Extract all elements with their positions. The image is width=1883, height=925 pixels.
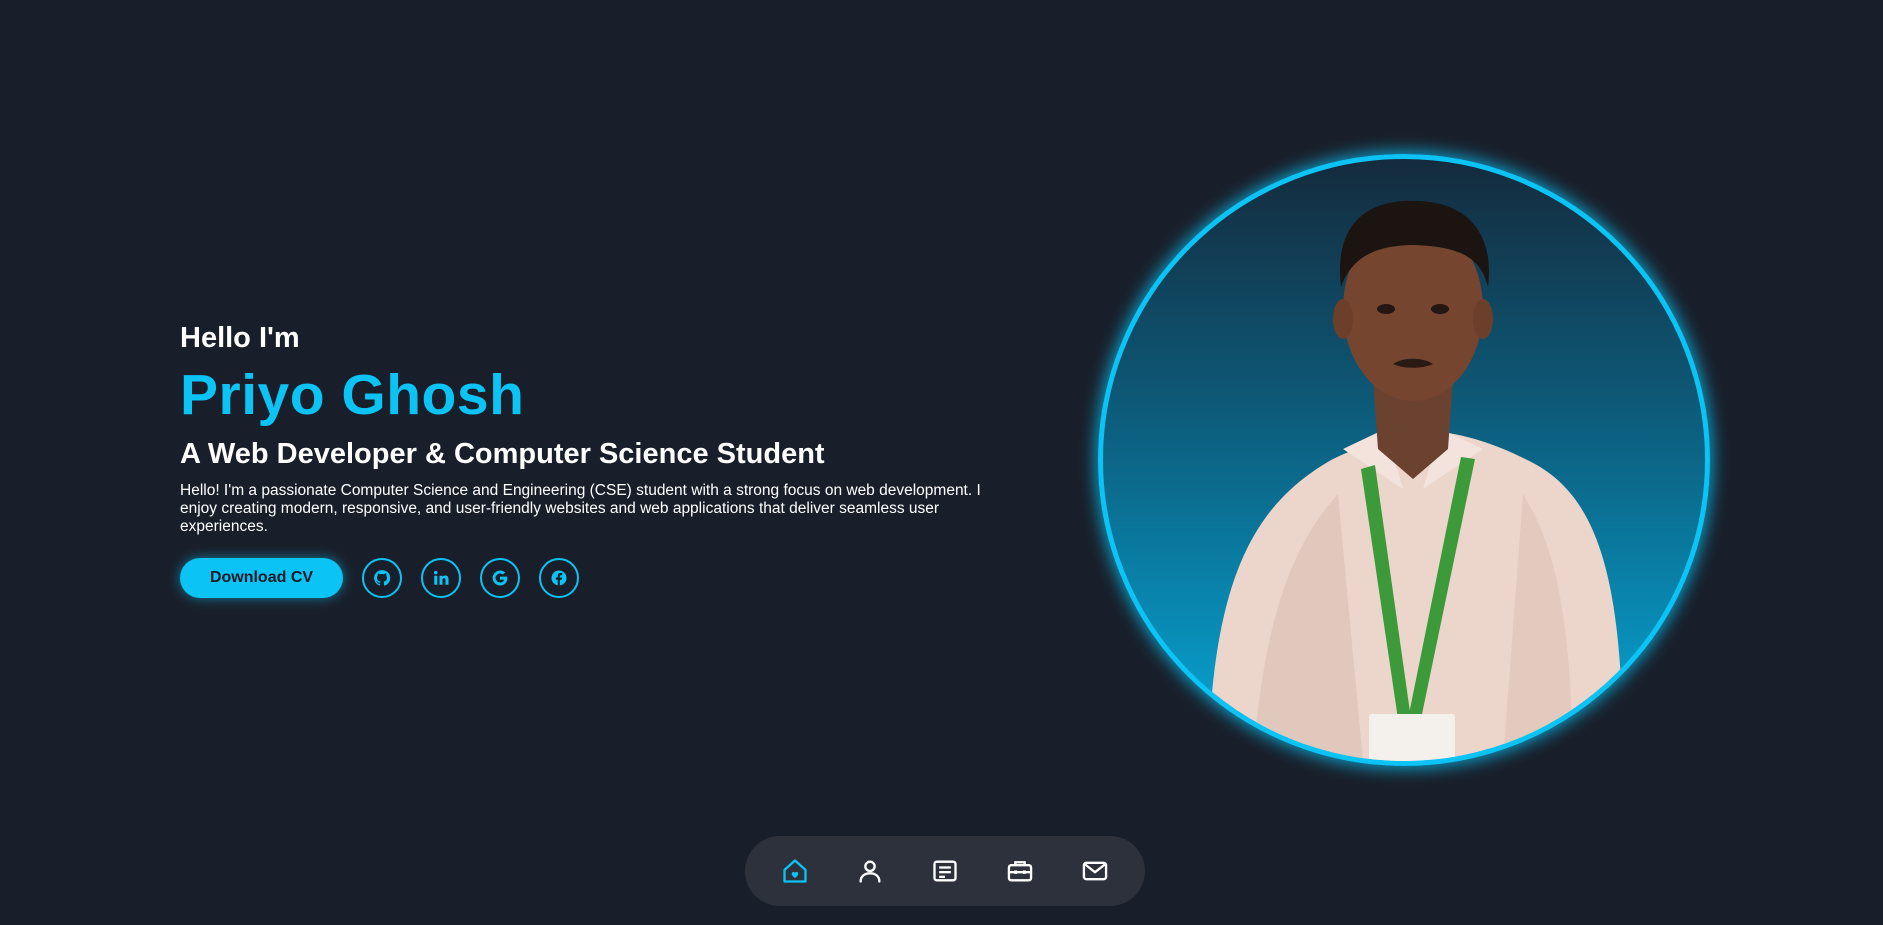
download-cv-button[interactable]: Download CV xyxy=(180,558,343,598)
mail-icon xyxy=(1083,861,1108,881)
google-icon xyxy=(492,570,508,586)
google-link[interactable] xyxy=(480,558,520,598)
greeting-text: Hello I'm xyxy=(180,322,300,354)
nav-home[interactable] xyxy=(775,851,815,891)
portrait-photo xyxy=(1208,200,1623,761)
facebook-link[interactable] xyxy=(539,558,579,598)
nav-about[interactable] xyxy=(850,851,890,891)
hero-section: Hello I'm Priyo Ghosh A Web Developer & … xyxy=(180,320,1020,598)
hero-actions: Download CV xyxy=(180,558,1020,598)
user-icon xyxy=(859,860,881,883)
github-link[interactable] xyxy=(362,558,402,598)
linkedin-link[interactable] xyxy=(421,558,461,598)
home-icon xyxy=(782,859,807,883)
github-icon xyxy=(374,570,391,586)
facebook-icon xyxy=(551,570,567,586)
nav-resume[interactable] xyxy=(925,851,965,891)
nav-portfolio[interactable] xyxy=(1000,851,1040,891)
bio-paragraph: Hello! I'm a passionate Computer Science… xyxy=(180,482,981,535)
profile-portrait xyxy=(1098,154,1710,766)
nav-contact[interactable] xyxy=(1075,851,1115,891)
bottom-nav-dock xyxy=(745,836,1145,906)
briefcase-icon xyxy=(1007,861,1033,882)
linkedin-icon xyxy=(434,570,449,585)
document-icon xyxy=(933,860,957,882)
person-name: Priyo Ghosh xyxy=(180,363,525,427)
role-title: A Web Developer & Computer Science Stude… xyxy=(180,438,825,470)
